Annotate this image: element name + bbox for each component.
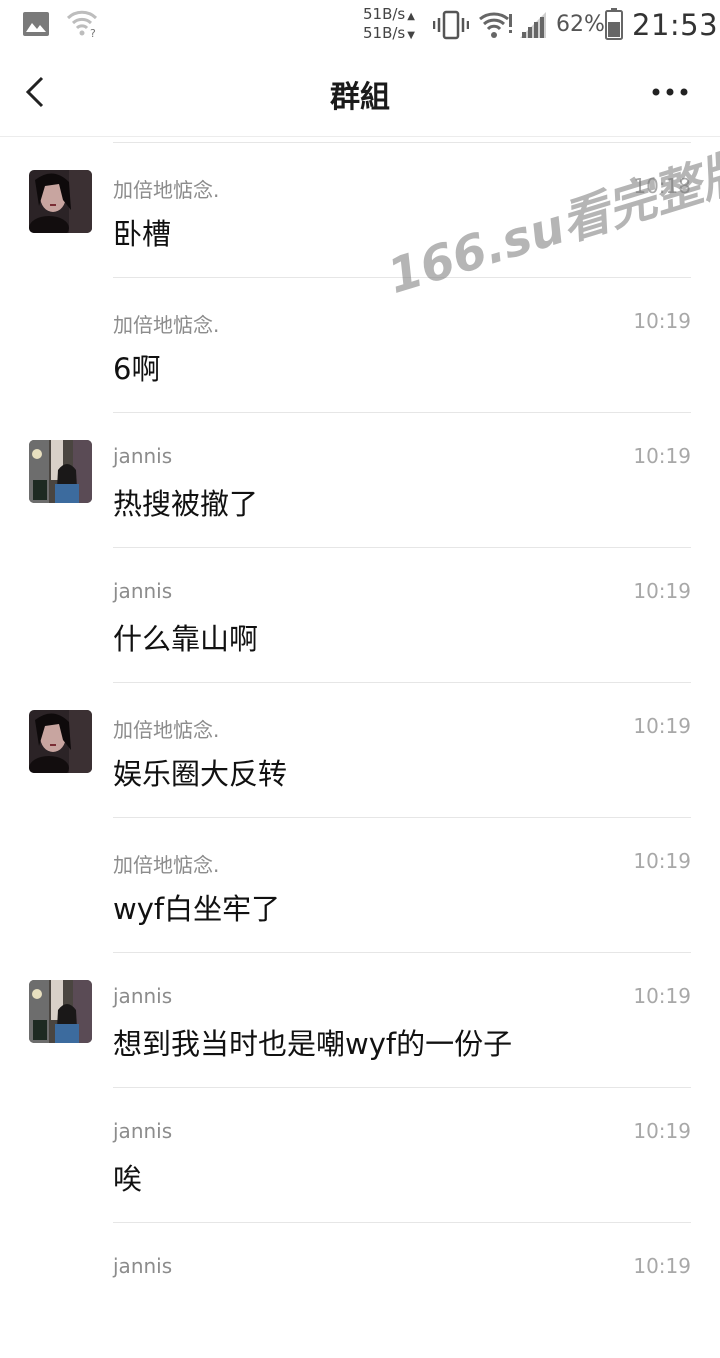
image-icon	[23, 12, 49, 36]
sender-name: jannis	[113, 1119, 173, 1143]
message-text: 热搜被撤了	[113, 487, 259, 521]
sender-name: 加倍地惦念.	[113, 718, 220, 742]
sender-name: jannis	[113, 444, 173, 468]
message-time: 10:19	[633, 849, 691, 873]
message-text: 娱乐圈大反转	[113, 757, 288, 791]
message-time: 10:19	[633, 984, 691, 1008]
more-dots-icon	[652, 88, 688, 96]
signal-icon	[520, 12, 546, 38]
sender-name: jannis	[113, 1254, 173, 1278]
sender-name: 加倍地惦念.	[113, 178, 220, 202]
message-text: 唉	[113, 1162, 143, 1196]
chat-message[interactable]: jannis 10:19 什么靠山啊	[0, 548, 720, 683]
chat-message[interactable]: jannis 10:19	[0, 1223, 720, 1358]
sender-name: jannis	[113, 984, 173, 1008]
vibrate-icon	[433, 10, 469, 40]
sender-name: 加倍地惦念.	[113, 853, 220, 877]
clock: 21:53	[632, 8, 719, 42]
message-text: 想到我当时也是嘲wyf的一份子	[113, 1027, 513, 1061]
up-arrow-icon: ▲	[407, 11, 415, 22]
chat-message[interactable]: 加倍地惦念. 10:19 wyf白坐牢了	[0, 818, 720, 953]
sender-name: 加倍地惦念.	[113, 313, 220, 337]
chat-message[interactable]: jannis 10:19 唉	[0, 1088, 720, 1223]
avatar[interactable]	[29, 440, 92, 503]
down-arrow-icon: ▼	[407, 30, 415, 41]
message-time: 10:19	[633, 444, 691, 468]
more-button[interactable]	[646, 80, 694, 104]
net-up-speed: 51B/s	[363, 5, 406, 23]
message-text: 什么靠山啊	[113, 622, 259, 656]
message-time: 10:19	[633, 1254, 691, 1278]
message-time: 10:19	[633, 1119, 691, 1143]
message-time: 10:19	[633, 309, 691, 333]
message-text: wyf白坐牢了	[113, 892, 281, 926]
nav-bar: 群組	[0, 50, 720, 137]
page-title: 群組	[330, 80, 390, 115]
status-bar: ? 51B/s ▲ 51B/s ▼ 62% 21:53	[0, 0, 720, 50]
chat-message-list[interactable]: 加倍地惦念. 10:18 卧槽 加倍地惦念. 10:19 6啊 jannis 1…	[0, 143, 720, 1358]
avatar[interactable]	[29, 170, 92, 233]
avatar[interactable]	[29, 710, 92, 773]
message-time: 10:19	[633, 714, 691, 738]
net-down-speed: 51B/s	[363, 24, 406, 42]
message-time: 10:19	[633, 579, 691, 603]
network-speed: 51B/s ▲ 51B/s ▼	[363, 6, 415, 44]
battery-percent: 62%	[556, 12, 605, 37]
chat-message[interactable]: jannis 10:19 想到我当时也是嘲wyf的一份子	[0, 953, 720, 1088]
chat-message[interactable]: 加倍地惦念. 10:19 娱乐圈大反转	[0, 683, 720, 818]
sender-name: jannis	[113, 579, 173, 603]
wifi-question-icon: ?	[66, 10, 98, 38]
message-text: 6啊	[113, 352, 161, 386]
battery-icon	[605, 8, 623, 40]
chat-message[interactable]: 加倍地惦念. 10:19 6啊	[0, 278, 720, 413]
wifi-icon	[479, 12, 512, 38]
svg-text:?: ?	[90, 27, 96, 38]
message-text: 卧槽	[113, 217, 172, 251]
chat-message[interactable]: jannis 10:19 热搜被撤了	[0, 413, 720, 548]
avatar[interactable]	[29, 980, 92, 1043]
